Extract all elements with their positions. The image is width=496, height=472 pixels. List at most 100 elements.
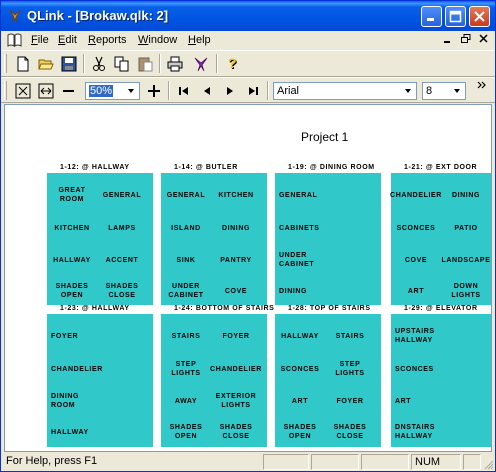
keypad-button[interactable]: SHADES CLOSE xyxy=(206,423,266,441)
keypad-button[interactable]: DINING xyxy=(279,287,349,296)
keypad-button[interactable]: DINING ROOM xyxy=(51,392,121,410)
keypad-button[interactable]: CHANDELIER xyxy=(51,365,121,374)
keypad-button[interactable]: LANDSCAPE xyxy=(436,256,491,265)
keypad-button[interactable]: SCONCES xyxy=(395,365,465,374)
keypad-panel[interactable]: GENERAL KITCHEN ISLAND DINING SINK PANTRY UNDE… xyxy=(161,173,267,305)
copy-icon xyxy=(114,56,129,72)
new-document-icon xyxy=(17,56,29,72)
view-toolbar: 50% Arial 8 xyxy=(1,77,495,103)
keypad-button[interactable]: SHADES CLOSE xyxy=(92,282,152,300)
keypad-button[interactable]: KITCHEN xyxy=(206,191,266,200)
menu-edit[interactable]: Edit xyxy=(58,34,77,46)
keypad-button[interactable]: EXTERIOR LIGHTS xyxy=(206,392,266,410)
keypad-panel[interactable]: FOYER CHANDELIER DINING ROOM HALLWAY xyxy=(47,314,153,447)
cut-button[interactable] xyxy=(89,54,109,74)
mdi-minimize-button[interactable] xyxy=(441,34,455,47)
keypad-panel[interactable]: GENERAL CABINETS UNDER CABINET DINING xyxy=(275,173,381,305)
restore-icon xyxy=(461,34,471,43)
toolbar-separator xyxy=(267,81,269,100)
keypad-panel[interactable]: GREAT ROOM GENERAL KITCHEN LAMPS HALLWAY ACCE… xyxy=(47,173,153,305)
keypad-button[interactable]: ACCENT xyxy=(92,256,152,265)
keypad-button[interactable]: LAMPS xyxy=(92,224,152,233)
keypad-button[interactable]: ART xyxy=(395,397,465,406)
toolbar-grip[interactable] xyxy=(4,81,7,100)
last-page-button[interactable] xyxy=(243,81,263,101)
help-button[interactable]: ?? xyxy=(223,54,243,74)
qlink-button[interactable] xyxy=(191,54,211,74)
keypad-button[interactable]: UPSTAIRS HALLWAY xyxy=(395,327,465,345)
keypad-button[interactable]: STAIRS xyxy=(320,332,380,341)
keypad-button[interactable]: FOYER xyxy=(51,332,121,341)
keypad-panel[interactable]: CHANDELIER DINING SCONCES PATIO COVE LANDSCAP… xyxy=(390,173,491,305)
font-size-select[interactable]: 8 xyxy=(422,82,466,100)
mdi-close-button[interactable] xyxy=(477,34,491,47)
save-button[interactable] xyxy=(59,54,79,74)
keypad-button[interactable]: SHADES CLOSE xyxy=(320,423,380,441)
keypad-button[interactable]: UNDER CABINET xyxy=(279,251,349,269)
menu-reports[interactable]: Reports xyxy=(88,34,127,46)
print-button[interactable] xyxy=(165,54,185,74)
fit-page-button[interactable] xyxy=(13,81,33,101)
keypad-button[interactable]: COVE xyxy=(206,287,266,296)
fit-width-button[interactable] xyxy=(36,81,56,101)
application-window: QLink - [Brokaw.qlk: 2] File Edit Report… xyxy=(0,0,496,472)
paste-button[interactable] xyxy=(135,54,155,74)
font-select[interactable]: Arial xyxy=(273,82,417,100)
next-page-icon xyxy=(227,87,233,95)
toolbar-overflow-button[interactable] xyxy=(475,78,489,98)
first-page-button[interactable] xyxy=(174,81,194,101)
toolbar-separator xyxy=(83,54,85,73)
keypad-button[interactable]: STEP LIGHTS xyxy=(320,360,380,378)
keypad-button[interactable]: CHANDELIER xyxy=(206,365,266,374)
first-page-icon xyxy=(179,87,188,95)
fit-width-icon xyxy=(38,83,54,99)
keypad-button[interactable]: DNSTAIRS HALLWAY xyxy=(395,423,465,441)
toolbar-separator xyxy=(159,54,161,73)
keypad-label: 1-14: @ BUTLER xyxy=(174,164,238,171)
keypad-button[interactable]: GENERAL xyxy=(279,191,349,200)
keypad-button[interactable]: GENERAL xyxy=(92,191,152,200)
keypad-button[interactable]: FOYER xyxy=(320,397,380,406)
next-page-button[interactable] xyxy=(220,81,240,101)
keypad-button[interactable]: DINING xyxy=(436,191,491,200)
keypad-button[interactable]: FOYER xyxy=(206,332,266,341)
previous-page-icon xyxy=(204,87,210,95)
resize-grip-icon[interactable] xyxy=(482,458,494,470)
previous-page-button[interactable] xyxy=(197,81,217,101)
qlink-app-icon[interactable] xyxy=(7,8,23,24)
menu-bar: File Edit Reports Window Help xyxy=(1,31,495,50)
copy-button[interactable] xyxy=(112,54,132,74)
zoom-select[interactable]: 50% xyxy=(85,82,140,100)
printer-icon xyxy=(167,56,183,72)
keypad-button[interactable]: PATIO xyxy=(436,224,491,233)
keypad-label: 1-12: @ HALLWAY xyxy=(60,164,130,171)
document-canvas[interactable]: Project 1 1-12: @ HALLWAY GREAT ROOM GENER… xyxy=(4,104,492,452)
menu-window[interactable]: Window xyxy=(138,34,177,46)
keypad-button[interactable]: DINING xyxy=(206,224,266,233)
menu-help[interactable]: Help xyxy=(188,34,211,46)
document-icon[interactable] xyxy=(7,33,22,47)
keypad-button[interactable]: DOWN LIGHTS xyxy=(436,282,491,300)
menu-file[interactable]: File xyxy=(31,34,49,46)
qlink-logo-icon xyxy=(194,57,208,72)
keypad-panel[interactable]: HALLWAY STAIRS SCONCES STEP LIGHTS ART FOYER S… xyxy=(275,314,381,447)
maximize-icon xyxy=(449,10,462,23)
minimize-button[interactable] xyxy=(421,6,442,27)
keypad-button[interactable]: HALLWAY xyxy=(51,428,121,437)
keypad-panel[interactable]: STAIRS FOYER STEP LIGHTS CHANDELIER AWAY EXTE… xyxy=(161,314,267,447)
status-bar: For Help, press F1 NUM xyxy=(1,452,495,471)
keypad-button[interactable]: CABINETS xyxy=(279,224,349,233)
close-button[interactable] xyxy=(469,6,490,27)
open-button[interactable] xyxy=(36,54,56,74)
new-button[interactable] xyxy=(13,54,33,74)
mdi-restore-button[interactable] xyxy=(459,34,473,47)
keypad-panel[interactable]: UPSTAIRS HALLWAY SCONCES ART DNSTAIRS HALLW… xyxy=(391,314,491,447)
zoom-in-button[interactable] xyxy=(144,81,164,101)
maximize-button[interactable] xyxy=(445,6,466,27)
toolbar-separator xyxy=(216,54,218,73)
paste-clipboard-icon xyxy=(138,57,153,72)
keypad-button[interactable]: PANTRY xyxy=(206,256,266,265)
zoom-out-button[interactable] xyxy=(59,81,79,101)
title-bar[interactable]: QLink - [Brokaw.qlk: 2] xyxy=(1,1,495,31)
toolbar-grip[interactable] xyxy=(4,54,7,73)
